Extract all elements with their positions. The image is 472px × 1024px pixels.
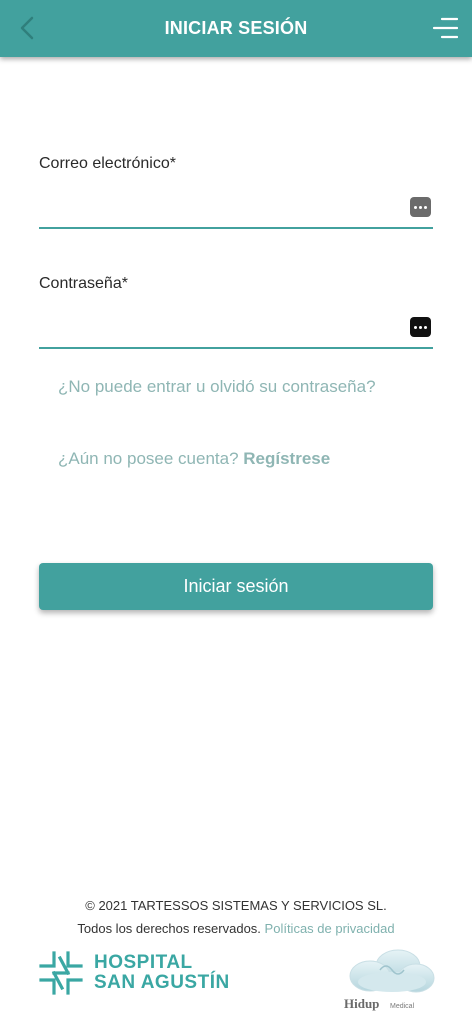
copyright-text: © 2021 TARTESSOS SISTEMAS Y SERVICIOS SL… [85, 898, 387, 913]
password-input[interactable] [39, 305, 433, 347]
rights-line: Todos los derechos reservados. Políticas… [0, 921, 472, 936]
hidup-medical-logo: Hidup Medical [344, 949, 435, 1011]
password-label: Contraseña* [39, 275, 128, 292]
hospital-name-line2: SAN AGUSTÍN [94, 972, 230, 993]
page-title: INICIAR SESIÓN [164, 18, 308, 38]
app-header: INICIAR SESIÓN [0, 0, 472, 57]
hidup-sub: Medical [390, 1003, 415, 1010]
chevron-left-icon[interactable] [14, 14, 42, 42]
password-manager-icon[interactable] [410, 197, 431, 217]
register-line: ¿Aún no posee cuenta? Regístrese [58, 444, 418, 474]
register-link[interactable]: Regístrese [243, 449, 330, 468]
no-account-text: ¿Aún no posee cuenta? [58, 449, 239, 468]
password-input-row [39, 305, 433, 349]
hospital-name-line1: HOSPITAL [94, 952, 193, 973]
hospital-cross-icon [39, 951, 83, 995]
email-field-group: Correo electrónico* [39, 155, 433, 229]
menu-icon[interactable] [430, 16, 458, 40]
hidup-name: Hidup [344, 996, 379, 1011]
password-field-group: Contraseña* [39, 275, 433, 349]
password-manager-icon[interactable] [410, 317, 431, 337]
rights-text: Todos los derechos reservados. [77, 921, 261, 936]
hospital-logo: HOSPITAL SAN AGUSTÍN [38, 950, 230, 996]
email-input-row [39, 185, 433, 229]
forgot-password-link[interactable]: ¿No puede entrar u olvidó su contraseña? [58, 372, 418, 402]
email-input[interactable] [39, 185, 433, 227]
login-button[interactable]: Iniciar sesión [39, 563, 433, 610]
privacy-policy-link[interactable]: Políticas de privacidad [265, 921, 395, 936]
email-label: Correo electrónico* [39, 155, 176, 172]
